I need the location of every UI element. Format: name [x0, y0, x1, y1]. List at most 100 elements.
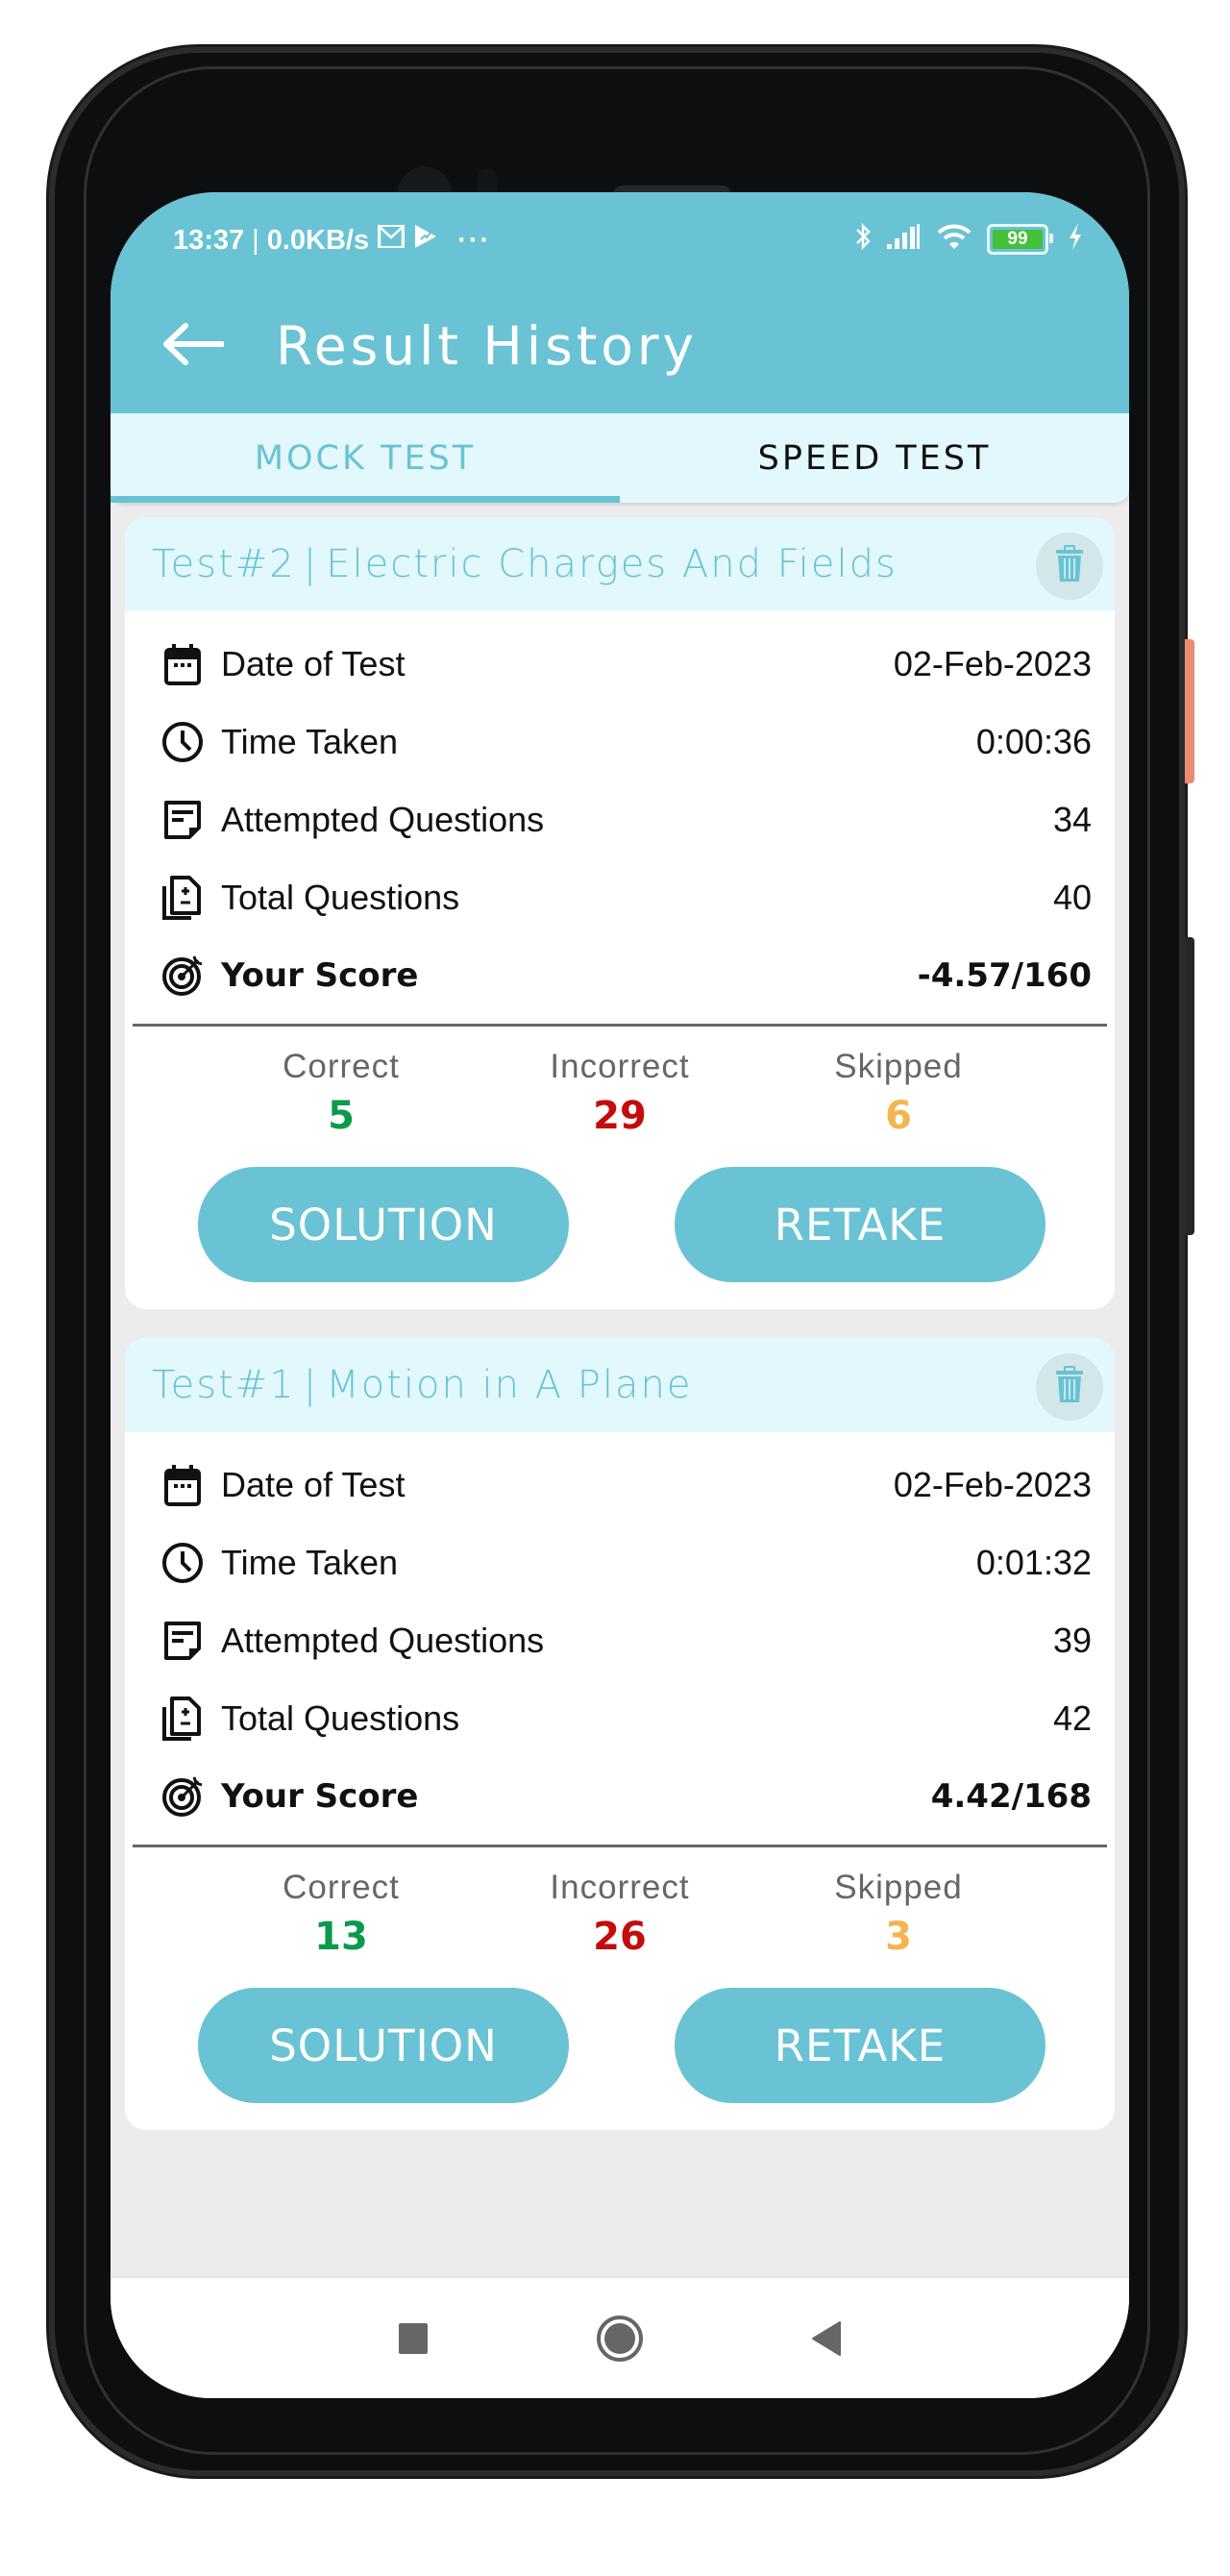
signal-icon	[885, 223, 922, 255]
skipped-label: Skipped	[834, 1869, 963, 1906]
square-icon	[398, 2322, 429, 2360]
tab-mock-test[interactable]: MOCK TEST	[111, 413, 620, 503]
tab-bar: MOCK TEST SPEED TEST	[111, 413, 1129, 503]
test-number: Test#2	[152, 542, 296, 586]
incorrect-label: Incorrect	[550, 1048, 690, 1085]
battery-icon: 99	[987, 223, 1053, 255]
skipped-count: 6	[885, 1094, 912, 1138]
test-subject: Motion in A Plane	[326, 1363, 693, 1407]
total-value: 40	[1052, 877, 1092, 917]
date-label: Date of Test	[221, 643, 406, 683]
documents-icon	[160, 1696, 206, 1742]
score-label: Your Score	[221, 1776, 419, 1816]
score-value: -4.57/160	[917, 955, 1092, 995]
target-icon	[160, 1773, 206, 1820]
more-notifications-icon: ···	[457, 224, 492, 256]
solution-button[interactable]: SOLUTION	[198, 1167, 569, 1282]
total-label: Total Questions	[221, 1697, 460, 1738]
retake-button[interactable]: RETAKE	[675, 1988, 1046, 2103]
card-title: Test#1 | Motion in A Plane	[152, 1363, 693, 1407]
time-label: Time Taken	[221, 1542, 399, 1582]
skipped-count: 3	[885, 1915, 912, 1959]
note-icon	[160, 1618, 206, 1664]
test-subject: Electric Charges And Fields	[326, 542, 898, 586]
solution-button[interactable]: SOLUTION	[198, 1988, 569, 2103]
trash-icon	[1055, 1365, 1084, 1409]
incorrect-count: 29	[593, 1094, 647, 1138]
incorrect-label: Incorrect	[550, 1869, 690, 1906]
stat-incorrect: Incorrect 29	[524, 1048, 716, 1138]
page-title: Result History	[276, 315, 699, 377]
incorrect-count: 26	[593, 1915, 647, 1959]
correct-label: Correct	[283, 1048, 400, 1085]
stat-correct: Correct 5	[245, 1048, 437, 1138]
stat-skipped: Skipped 6	[802, 1048, 995, 1138]
stat-incorrect: Incorrect 26	[524, 1869, 716, 1959]
row-attempted: Attempted Questions 34	[160, 780, 1092, 858]
tab-speed-test[interactable]: SPEED TEST	[620, 413, 1129, 503]
attempted-value: 39	[1052, 1620, 1092, 1660]
delete-button[interactable]	[1036, 533, 1103, 600]
recents-button[interactable]	[389, 2316, 437, 2365]
note-icon	[160, 797, 206, 843]
row-total: Total Questions 40	[160, 858, 1092, 936]
attempted-label: Attempted Questions	[221, 799, 545, 839]
details-list: Date of Test 02-Feb-2023 Time Taken 0:01…	[125, 1432, 1115, 1835]
result-card: Test#2 | Electric Charges And Fields Date …	[125, 517, 1115, 1309]
triangle-back-icon	[811, 2320, 842, 2362]
total-label: Total Questions	[221, 877, 460, 917]
charging-icon	[1068, 222, 1083, 256]
time-value: 0:01:32	[975, 1542, 1092, 1582]
back-button[interactable]	[154, 317, 231, 375]
row-total: Total Questions 42	[160, 1679, 1092, 1757]
row-time: Time Taken 0:01:32	[160, 1523, 1092, 1601]
row-score: Your Score -4.57/160	[160, 936, 1092, 1014]
status-bar: 13:37 | 0.0KB/s ··· 99	[111, 192, 1129, 288]
gmail-icon	[377, 224, 406, 257]
clock-icon	[160, 719, 206, 765]
trash-icon	[1055, 544, 1084, 588]
wifi-icon	[935, 222, 973, 256]
back-nav-button[interactable]	[802, 2316, 850, 2365]
total-value: 42	[1052, 1697, 1092, 1738]
card-header: Test#1 | Motion in A Plane	[125, 1338, 1115, 1432]
volume-button	[1185, 937, 1194, 1235]
attempted-value: 34	[1052, 799, 1092, 839]
score-label: Your Score	[221, 955, 419, 995]
test-number: Test#1	[152, 1363, 296, 1407]
row-date: Date of Test 02-Feb-2023	[160, 1446, 1092, 1523]
battery-level: 99	[1007, 228, 1028, 249]
status-left: 13:37 | 0.0KB/s ···	[173, 223, 491, 258]
stat-skipped: Skipped 3	[802, 1869, 995, 1959]
row-score: Your Score 4.42/168	[160, 1757, 1092, 1835]
app-bar: Result History	[111, 288, 1129, 413]
home-button[interactable]	[596, 2315, 644, 2367]
skipped-label: Skipped	[834, 1048, 963, 1085]
date-value: 02-Feb-2023	[893, 643, 1092, 683]
delete-button[interactable]	[1036, 1353, 1103, 1421]
card-actions: SOLUTION RETAKE	[125, 1138, 1115, 1309]
retake-button[interactable]: RETAKE	[675, 1167, 1046, 1282]
time-value: 0:00:36	[975, 721, 1092, 761]
calendar-icon	[160, 1462, 206, 1508]
network-speed: 0.0KB/s	[266, 224, 370, 256]
status-right: 99	[854, 221, 1083, 257]
clock-icon	[160, 1540, 206, 1586]
correct-label: Correct	[283, 1869, 400, 1906]
attempted-label: Attempted Questions	[221, 1620, 545, 1660]
screen: 13:37 | 0.0KB/s ··· 99 Result History MO…	[111, 192, 1129, 2398]
result-card: Test#1 | Motion in A Plane Date of Test 02…	[125, 1338, 1115, 2130]
play-store-icon	[413, 223, 438, 258]
circle-icon	[596, 2315, 644, 2367]
date-label: Date of Test	[221, 1464, 406, 1504]
bluetooth-icon	[854, 221, 872, 257]
calendar-icon	[160, 641, 206, 687]
stat-correct: Correct 13	[245, 1869, 437, 1959]
answer-stats: Correct 13 Incorrect 26 Skipped 3	[125, 1847, 1115, 1959]
documents-icon	[160, 875, 206, 921]
score-value: 4.42/168	[930, 1776, 1092, 1816]
answer-stats: Correct 5 Incorrect 29 Skipped 6	[125, 1027, 1115, 1138]
status-time: 13:37	[173, 224, 245, 256]
time-label: Time Taken	[221, 721, 399, 761]
correct-count: 5	[328, 1094, 355, 1138]
